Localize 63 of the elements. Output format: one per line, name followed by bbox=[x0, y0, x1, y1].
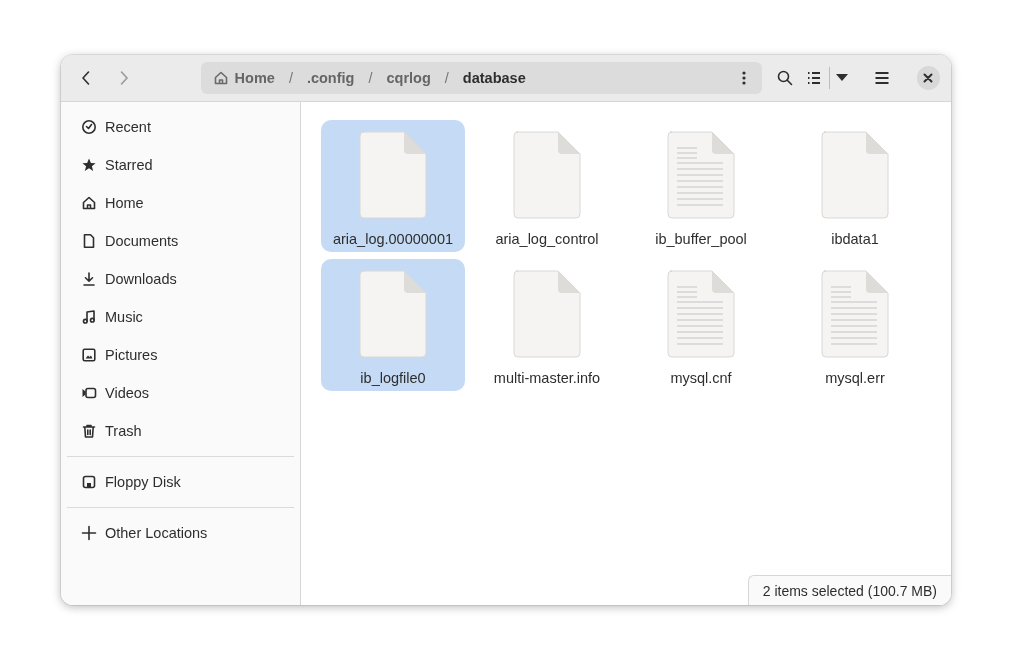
sidebar-item[interactable]: Videos bbox=[67, 374, 294, 412]
file-name: ibdata1 bbox=[831, 231, 879, 247]
home-icon bbox=[81, 195, 97, 211]
sidebar-item[interactable]: Starred bbox=[67, 146, 294, 184]
path-button[interactable]: database bbox=[460, 64, 528, 92]
file-item[interactable]: ib_logfile0 bbox=[321, 259, 465, 391]
plus-icon bbox=[81, 525, 97, 541]
blank-file-icon bbox=[512, 130, 582, 220]
menu-icon bbox=[873, 70, 890, 86]
blank-file-icon bbox=[358, 269, 428, 359]
path-separator: / bbox=[288, 70, 293, 86]
sidebar-item[interactable]: Pictures bbox=[67, 336, 294, 374]
file-item[interactable]: multi-master.info bbox=[475, 259, 619, 391]
chevron-left-icon bbox=[80, 70, 91, 86]
vertical-dots-icon bbox=[741, 70, 746, 86]
file-item[interactable]: mysql.cnf bbox=[629, 259, 773, 391]
file-name: ib_buffer_pool bbox=[655, 231, 747, 247]
path-button[interactable]: cqrlog bbox=[384, 64, 433, 92]
trash-icon bbox=[81, 423, 97, 439]
path-button[interactable]: .config bbox=[304, 64, 357, 92]
file-name: aria_log_control bbox=[495, 231, 599, 247]
star-icon bbox=[81, 157, 97, 173]
home-icon bbox=[212, 70, 229, 86]
download-icon bbox=[81, 271, 97, 287]
music-note-icon bbox=[81, 309, 97, 325]
file-name: mysql.cnf bbox=[670, 370, 732, 386]
file-item[interactable]: aria_log_control bbox=[475, 120, 619, 252]
text-file-icon bbox=[820, 269, 890, 359]
file-item[interactable]: ib_buffer_pool bbox=[629, 120, 773, 252]
close-button[interactable] bbox=[916, 66, 941, 90]
list-view-icon bbox=[805, 70, 822, 86]
picture-icon bbox=[81, 347, 97, 363]
chevron-right-icon bbox=[118, 70, 129, 86]
file-name: mysql.err bbox=[825, 370, 885, 386]
sidebar-item[interactable]: Home bbox=[67, 184, 294, 222]
text-file-icon bbox=[666, 130, 736, 220]
sidebar-item[interactable]: Trash bbox=[67, 412, 294, 450]
video-icon bbox=[81, 385, 97, 401]
sidebar-item[interactable]: Music bbox=[67, 298, 294, 336]
file-name: aria_log.00000001 bbox=[332, 231, 454, 247]
blank-file-icon bbox=[820, 130, 890, 220]
sidebar-item[interactable]: Other Locations bbox=[67, 514, 294, 552]
text-file-icon bbox=[666, 269, 736, 359]
path-separator: / bbox=[368, 70, 373, 86]
sidebar-item[interactable]: Floppy Disk bbox=[67, 463, 294, 501]
file-item[interactable]: ibdata1 bbox=[783, 120, 927, 252]
file-name: ib_logfile0 bbox=[360, 370, 426, 386]
search-icon bbox=[776, 70, 793, 86]
clock-icon bbox=[81, 119, 97, 135]
file-name: multi-master.info bbox=[493, 370, 601, 386]
sidebar-item[interactable]: Documents bbox=[67, 222, 294, 260]
blank-file-icon bbox=[512, 269, 582, 359]
path-separator: / bbox=[444, 70, 449, 86]
file-item[interactable]: mysql.err bbox=[783, 259, 927, 391]
dropdown-icon bbox=[836, 74, 849, 82]
sidebar-item[interactable]: Downloads bbox=[67, 260, 294, 298]
document-icon bbox=[81, 233, 97, 249]
close-icon bbox=[923, 73, 934, 83]
file-item[interactable]: aria_log.00000001 bbox=[321, 120, 465, 252]
sidebar-item[interactable]: Recent bbox=[67, 108, 294, 146]
blank-file-icon bbox=[358, 130, 428, 220]
path-button[interactable]: Home bbox=[210, 64, 277, 92]
status-bar: 2 items selected (100.7 MB) bbox=[747, 575, 951, 605]
